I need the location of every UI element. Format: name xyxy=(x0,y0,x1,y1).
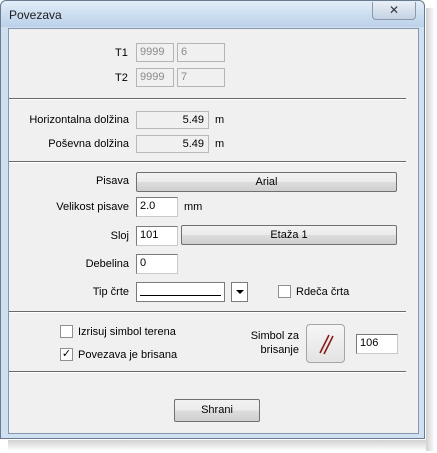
chevron-down-icon xyxy=(236,290,244,294)
line-type-dropdown[interactable] xyxy=(136,282,225,302)
checkmark-icon: ✓ xyxy=(61,348,72,360)
t1-label: T1 xyxy=(115,47,128,59)
layer-button[interactable]: Etaža 1 xyxy=(181,225,397,245)
horizontal-length-label: Horizontalna dolžina xyxy=(29,114,129,126)
double-slash-icon xyxy=(319,334,334,355)
sloped-length-label: Poševna dolžina xyxy=(48,138,129,150)
close-button[interactable]: ✕ xyxy=(372,2,416,20)
close-icon: ✕ xyxy=(388,3,400,17)
delete-symbol-label-line2: brisanje xyxy=(260,344,299,356)
delete-symbol-button[interactable] xyxy=(306,324,345,363)
horizontal-length-value: 5.49 xyxy=(136,111,209,129)
horizontal-length-unit: m xyxy=(215,114,225,126)
line-type-label: Tip črte xyxy=(92,286,129,298)
font-select-button[interactable]: Arial xyxy=(136,172,397,192)
layer-input[interactable]: 101 xyxy=(136,226,178,246)
font-size-label: Velikost pisave xyxy=(56,201,129,213)
solid-line-preview xyxy=(140,295,221,296)
deleted-link-label: Povezava je brisana xyxy=(78,349,178,361)
separator xyxy=(9,98,406,100)
t2-label: T2 xyxy=(115,72,128,84)
deleted-link-checkbox[interactable]: ✓ xyxy=(60,348,73,361)
delete-symbol-input[interactable]: 106 xyxy=(356,334,398,354)
line-type-dropdown-arrow[interactable] xyxy=(231,282,248,302)
t2-field-1[interactable]: 9999 xyxy=(136,68,174,87)
thickness-input[interactable]: 0 xyxy=(136,254,178,274)
layer-label: Sloj xyxy=(110,230,129,242)
separator xyxy=(9,161,406,163)
window-title: Povezava xyxy=(9,8,62,22)
font-size-unit: mm xyxy=(184,201,203,213)
sloped-length-unit: m xyxy=(215,138,225,150)
thickness-label: Debelina xyxy=(85,258,129,270)
font-label: Pisava xyxy=(95,175,129,187)
red-line-checkbox[interactable] xyxy=(278,285,291,298)
sloped-length-value: 5.49 xyxy=(136,135,209,153)
terrain-symbol-checkbox[interactable] xyxy=(60,325,73,338)
font-size-input[interactable]: 2.0 xyxy=(136,197,178,217)
save-button[interactable]: Shrani xyxy=(174,399,260,422)
separator xyxy=(9,311,406,313)
red-line-label: Rdeča črta xyxy=(296,286,350,298)
terrain-symbol-label: Izrisuj simbol terena xyxy=(78,326,176,338)
t1-field-1[interactable]: 9999 xyxy=(136,43,174,62)
t1-field-2[interactable]: 6 xyxy=(177,43,225,62)
t2-field-2[interactable]: 7 xyxy=(177,68,225,87)
separator xyxy=(9,371,406,373)
delete-symbol-label-line1: Simbol za xyxy=(250,330,299,342)
dialog-client-area: T1 9999 6 T2 9999 7 Horizontalna dolžina… xyxy=(8,28,419,434)
title-bar[interactable]: Povezava ✕ xyxy=(1,1,424,27)
dialog-window: Povezava ✕ T1 9999 6 T2 9999 7 Horizonta… xyxy=(0,0,425,439)
